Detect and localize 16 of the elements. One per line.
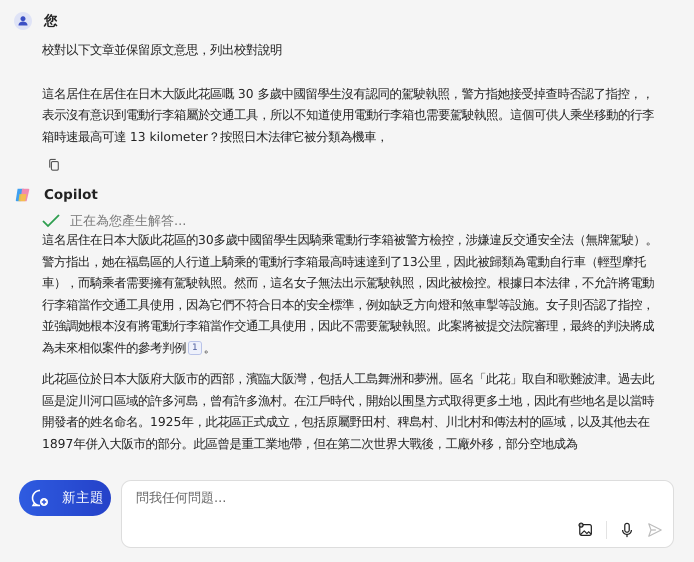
microphone-icon[interactable]: [619, 522, 635, 538]
user-avatar-icon: [14, 12, 32, 30]
new-chat-icon: [30, 488, 50, 508]
add-image-icon[interactable]: [578, 522, 594, 538]
copilot-logo-icon: [14, 186, 32, 204]
status-text: 正在為您產生解答...: [70, 213, 186, 230]
new-topic-button[interactable]: 新主題: [19, 480, 111, 516]
message-paragraph: 這名居住在日本大阪此花區的30多歲中國留學生因騎乘電動行李箱被警方檢控，涉嫌違反交通安全法（無牌駕駛）。警方指出，她在福島區的人行道上騎乘的電動行李箱最高時速達到了13公里，因此被歸類為電動自行車（輕型摩托車），而騎乘者需要擁有駕駛執照。然而，這名女子無法出示駕駛執照，因此被檢控。根據日本法律，不允許將電動行李箱當作交通工具使用，因為它們不符合日本的安全標準，例如缺乏方向燈和煞車掣等設施。女子則否認了指控，並強調她根本沒有將電動行李箱當作交通工具使用，因此不需要駕駛執照。此案將被提交法院審理，最終的判決將成為未來相似案件的參考判例 1 。: [42, 232, 659, 356]
message-input[interactable]: 問我任何問題...: [134, 490, 634, 507]
message-paragraph: 這名居住在居住在日木大阪此花區嘅 30 多歲中國留學生沒有認同的駕駛執照，警方指她接受掉查時否認了指控，，表示沒有意识到電動行李箱屬於交通工具，所以不知道使用電動行李箱也需要駕駛執照。這個可供人乘坐移動的行李箱時速最高可達 13 kilometer？按照日木法律它被分類為機車，: [42, 86, 655, 146]
message-paragraph: 此花區位於日本大阪府大阪市的西部，濱臨大阪灣，包括人工島舞洲和夢洲。區名「此花」取自和歌難波津。過去此區是淀川河口區域的許多河島，曾有許多漁村。在江戶時代，開始以围垦方式取得更多土地，因此有些地名是以當時開發者的姓名命名。1925年，此花區正式成立，包括原屬野田村、稗島村、川北村和傳法村的區域，以及其他去在1897年併入大阪市的部分。此區曾是重工業地帶，但在第二次世界大戰後，工廠外移，部分空地成為: [42, 371, 656, 452]
citation-link[interactable]: 1: [188, 340, 202, 354]
copy-icon[interactable]: [48, 158, 60, 172]
message-paragraph: 校對以下文章並保留原文意思，列出校對說明: [42, 42, 283, 59]
author-name: 您: [44, 12, 58, 30]
author-name: Copilot: [44, 187, 98, 203]
